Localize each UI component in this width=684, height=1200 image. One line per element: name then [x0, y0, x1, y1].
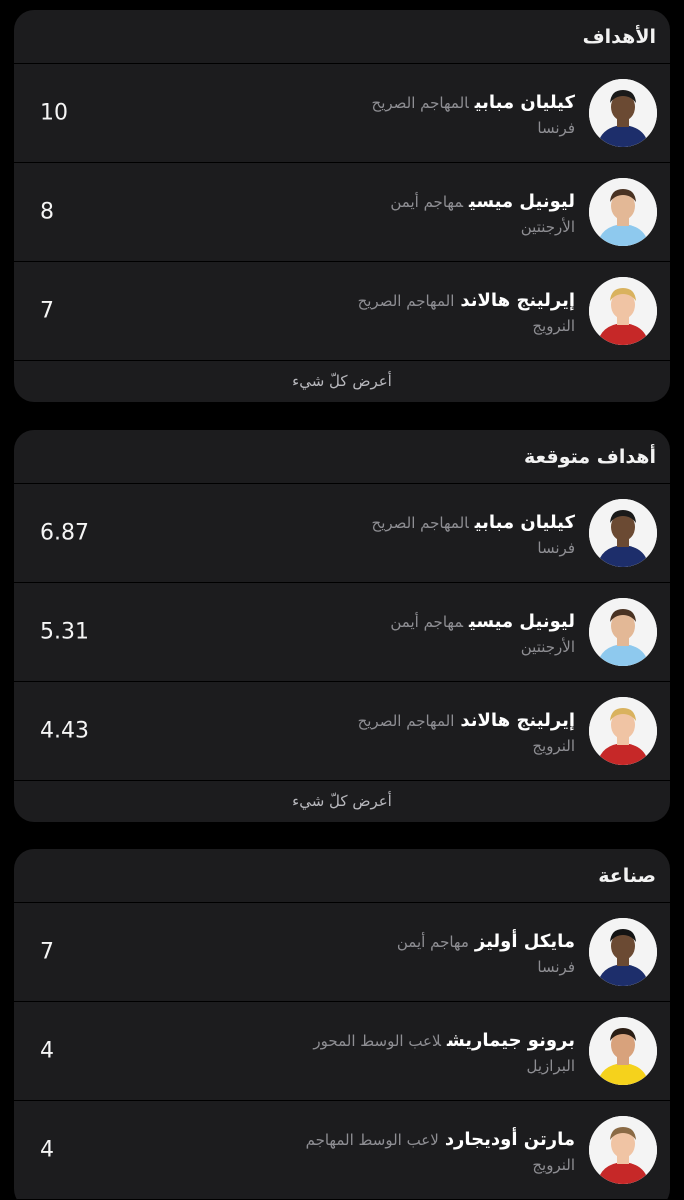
player-country: النرويج [532, 1156, 575, 1174]
player-position: المهاجم الصريح [357, 712, 455, 730]
player-position: مهاجم أيمن [396, 933, 469, 951]
player-avatar[interactable] [589, 79, 657, 147]
player-country: الأرجنتين [520, 218, 575, 236]
player-info: برونو جيماريش لاعب الوسط المحور البرازيل [313, 1029, 575, 1077]
card-header: أهداف متوقعة [14, 430, 670, 484]
player-country: فرنسا [537, 119, 575, 137]
player-row[interactable]: 5.31 ليونيل ميسي مهاجم أيمن الأرجنتين [14, 583, 670, 682]
stat-value: 4.43 [40, 718, 89, 744]
player-country: النرويج [532, 737, 575, 755]
player-name: برونو جيماريش [446, 1030, 575, 1051]
see-all-button[interactable]: أعرض كلّ شيء [14, 361, 670, 401]
player-name: كيليان مبابي [474, 92, 575, 113]
player-avatar[interactable] [589, 1017, 657, 1085]
stat-value: 8 [40, 199, 54, 225]
player-row[interactable]: 7 إيرلينج هالاند المهاجم الصريح النرويج [14, 262, 670, 361]
player-position: مهاجم أيمن [390, 193, 463, 211]
player-avatar[interactable] [589, 499, 657, 567]
player-name: ليونيل ميسي [469, 191, 575, 212]
goals-card: الأهداف 10 كيليان مبابي المهاجم الصريح فر… [14, 10, 670, 402]
card-header: الأهداف [14, 10, 670, 64]
stat-value: 5.31 [40, 619, 89, 645]
player-name: كيليان مبابي [474, 512, 575, 533]
player-info: كيليان مبابي المهاجم الصريح فرنسا [372, 511, 575, 559]
player-row[interactable]: 6.87 كيليان مبابي المهاجم الصريح فرنسا [14, 484, 670, 583]
assists-card: صناعة 7 مايكل أوليز مهاجم أيمن فرنسا 4 بر… [14, 849, 670, 1200]
player-row[interactable]: 8 ليونيل ميسي مهاجم أيمن الأرجنتين [14, 163, 670, 262]
player-name: مارتن أوديجارد [444, 1129, 575, 1150]
player-country: الأرجنتين [520, 638, 575, 656]
section-title: صناعة [598, 864, 656, 887]
see-all-button[interactable]: أعرض كلّ شيء [14, 781, 670, 821]
player-position: المهاجم الصريح [357, 292, 455, 310]
section-title: الأهداف [582, 25, 656, 48]
player-position: لاعب الوسط المهاجم [305, 1131, 439, 1149]
player-row[interactable]: 4 برونو جيماريش لاعب الوسط المحور البرازي… [14, 1002, 670, 1101]
player-avatar[interactable] [589, 697, 657, 765]
stat-value: 7 [40, 939, 54, 965]
player-name: إيرلينج هالاند [460, 290, 575, 311]
player-country: فرنسا [537, 539, 575, 557]
player-info: كيليان مبابي المهاجم الصريح فرنسا [372, 91, 575, 139]
player-info: مارتن أوديجارد لاعب الوسط المهاجم النرويج [306, 1128, 575, 1176]
player-country: النرويج [532, 317, 575, 335]
player-avatar[interactable] [589, 598, 657, 666]
card-header: صناعة [14, 849, 670, 903]
player-avatar[interactable] [589, 1116, 657, 1184]
player-name: مايكل أوليز [474, 931, 575, 952]
player-info: إيرلينج هالاند المهاجم الصريح النرويج [358, 709, 575, 757]
stat-value: 10 [40, 100, 68, 126]
player-name: إيرلينج هالاند [460, 710, 575, 731]
player-row[interactable]: 4.43 إيرلينج هالاند المهاجم الصريح النروي… [14, 682, 670, 781]
player-avatar[interactable] [589, 178, 657, 246]
player-row[interactable]: 10 كيليان مبابي المهاجم الصريح فرنسا [14, 64, 670, 163]
section-title: أهداف متوقعة [524, 445, 656, 468]
stat-value: 4 [40, 1038, 54, 1064]
player-position: المهاجم الصريح [371, 514, 469, 532]
player-row[interactable]: 7 مايكل أوليز مهاجم أيمن فرنسا [14, 903, 670, 1002]
player-avatar[interactable] [589, 277, 657, 345]
stat-value: 6.87 [40, 520, 89, 546]
player-info: ليونيل ميسي مهاجم أيمن الأرجنتين [390, 190, 575, 238]
player-name: ليونيل ميسي [469, 611, 575, 632]
player-info: ليونيل ميسي مهاجم أيمن الأرجنتين [390, 610, 575, 658]
player-avatar[interactable] [589, 918, 657, 986]
player-country: البرازيل [526, 1057, 576, 1075]
player-position: لاعب الوسط المحور [313, 1032, 441, 1050]
player-info: إيرلينج هالاند المهاجم الصريح النرويج [358, 289, 575, 337]
player-position: مهاجم أيمن [390, 613, 463, 631]
stat-value: 7 [40, 298, 54, 324]
stat-value: 4 [40, 1137, 54, 1163]
player-position: المهاجم الصريح [371, 94, 469, 112]
player-info: مايكل أوليز مهاجم أيمن فرنسا [397, 930, 575, 978]
player-country: فرنسا [537, 958, 575, 976]
expected-goals-card: أهداف متوقعة 6.87 كيليان مبابي المهاجم ال… [14, 430, 670, 822]
stats-screen: الأهداف 10 كيليان مبابي المهاجم الصريح فر… [0, 0, 684, 1200]
player-row[interactable]: 4 مارتن أوديجارد لاعب الوسط المهاجم النرو… [14, 1101, 670, 1200]
